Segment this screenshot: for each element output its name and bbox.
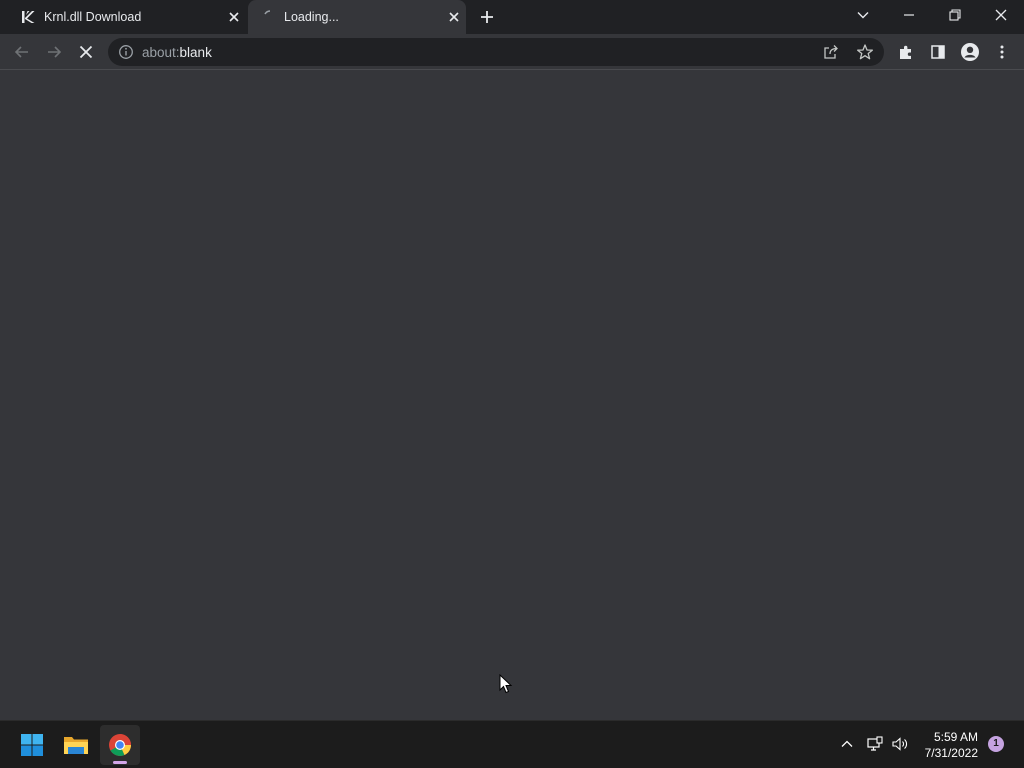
minimize-button[interactable] (886, 0, 932, 30)
running-indicator (113, 761, 127, 764)
avatar-icon (961, 43, 979, 61)
new-tab-icon[interactable] (478, 8, 496, 26)
close-tab-icon[interactable] (226, 9, 242, 25)
loading-spinner-icon (264, 10, 271, 15)
arrow-right-icon (48, 46, 62, 58)
clock-time: 5:59 AM (933, 730, 978, 744)
url-scheme: about: (142, 45, 180, 60)
forward-button[interactable] (42, 40, 66, 64)
speaker-icon (892, 737, 907, 751)
show-hidden-icons-button[interactable] (836, 733, 858, 755)
network-icon (867, 736, 883, 751)
close-icon (79, 45, 93, 59)
start-button[interactable] (12, 725, 52, 765)
mouse-cursor-icon (499, 674, 513, 694)
file-explorer-button[interactable] (56, 725, 96, 765)
browser-toolbar: about:blank (0, 34, 1024, 70)
more-vertical-icon (1000, 45, 1004, 59)
clock-date: 7/31/2022 (924, 746, 978, 760)
side-panel-button[interactable] (926, 40, 950, 64)
close-tab-icon[interactable] (446, 9, 462, 25)
browser-menu-button[interactable] (990, 40, 1014, 64)
profile-button[interactable] (958, 40, 982, 64)
tab-strip: Krnl.dll Download Loading... (0, 0, 1024, 34)
url-host: blank (179, 45, 212, 60)
clock[interactable]: 5:59 AM 7/31/2022 (914, 729, 978, 761)
address-bar[interactable]: about:blank (108, 38, 884, 66)
notification-badge[interactable]: 1 (988, 736, 1004, 752)
chevron-up-icon (841, 740, 853, 747)
info-icon[interactable] (118, 44, 134, 60)
arrow-left-icon (14, 46, 28, 58)
tab-title: Loading... (284, 10, 339, 24)
url-text[interactable]: about:blank (142, 45, 212, 60)
page-content[interactable] (0, 71, 1024, 720)
share-icon[interactable] (822, 43, 840, 61)
tab-loading[interactable]: Loading... (248, 0, 466, 34)
side-panel-icon (931, 45, 945, 59)
puzzle-icon (900, 45, 911, 59)
chrome-icon (109, 734, 131, 756)
close-icon (995, 9, 1007, 21)
taskbar: 5:59 AM 7/31/2022 (0, 720, 1024, 768)
network-button[interactable] (864, 733, 886, 755)
volume-button[interactable] (889, 733, 911, 755)
tab-search-button[interactable] (840, 0, 886, 30)
chrome-taskbar-button[interactable] (100, 725, 140, 765)
folder-icon (64, 737, 88, 754)
krnl-logo-icon (22, 11, 35, 23)
restore-button[interactable] (932, 0, 978, 30)
back-button[interactable] (10, 40, 34, 64)
bookmark-star-icon[interactable] (856, 43, 874, 61)
restore-icon (949, 9, 961, 21)
chevron-down-icon (857, 12, 869, 19)
tab-title: Krnl.dll Download (44, 10, 142, 24)
close-window-button[interactable] (978, 0, 1024, 30)
minimize-icon (904, 14, 914, 16)
stop-loading-button[interactable] (74, 40, 98, 64)
extensions-button[interactable] (894, 40, 918, 64)
tab-krnl-download[interactable]: Krnl.dll Download (8, 0, 246, 34)
windows-start-icon (21, 734, 43, 756)
